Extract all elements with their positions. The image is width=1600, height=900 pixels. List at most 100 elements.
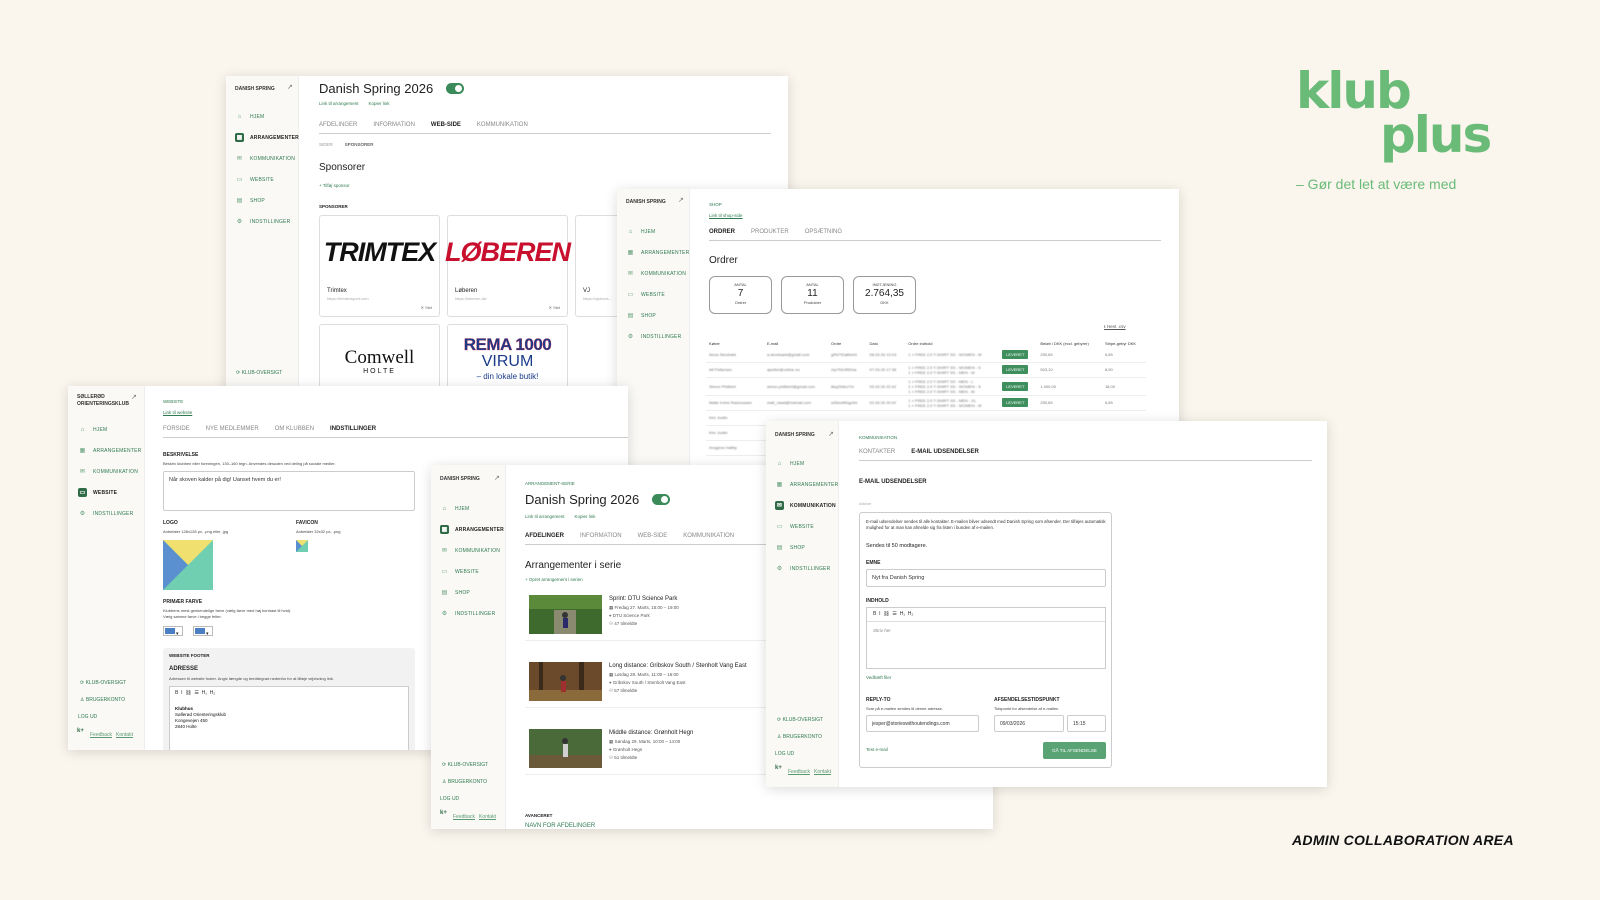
- nav-communication[interactable]: ✉ KOMMUNIKATION: [235, 148, 299, 169]
- event-link[interactable]: Link til arrangement: [525, 514, 565, 519]
- table-row[interactable]: Simon Philibert simon.philibert@gmail.com…: [706, 377, 1146, 396]
- nav-home[interactable]: ⌂ HJEM: [78, 419, 141, 440]
- nav-communication[interactable]: ✉ KOMMUNIKATION: [78, 461, 141, 482]
- color-picker-1[interactable]: ▾: [163, 626, 183, 637]
- attach-files-link[interactable]: Vedhæft filer: [866, 675, 891, 680]
- nav-home[interactable]: ⌂ HJEM: [775, 453, 838, 474]
- nav-user-account[interactable]: ♙ BRUGERKONTO: [777, 734, 822, 740]
- event-card[interactable]: Middle distance: Grønholt Hegn ▦ Søndag …: [525, 725, 775, 775]
- address-editor[interactable]: B I ⛓ ☰ H₁ H₂ Klubhus Søllerød Orienteri…: [169, 686, 409, 750]
- color-picker-2[interactable]: ▾: [193, 626, 213, 637]
- website-link[interactable]: Link til website: [163, 410, 192, 415]
- feedback-link[interactable]: Feedback: [788, 769, 810, 775]
- editor-toolbar[interactable]: B I ⛓ ☰ H₁ H₂: [175, 690, 215, 696]
- table-row[interactable]: Malte Irvine Rasmussen malt_rasal@hotmail…: [706, 395, 1146, 411]
- subtab-sponsorer[interactable]: SPONSORER: [345, 142, 374, 147]
- logout-link[interactable]: LOG UD: [78, 714, 97, 720]
- club-logo-image[interactable]: [163, 540, 213, 590]
- archive-label[interactable]: Arkiver: [859, 501, 871, 506]
- nav-settings[interactable]: ⚙ INDSTILLINGER: [235, 211, 299, 232]
- feedback-link[interactable]: Feedback: [90, 732, 112, 738]
- published-toggle[interactable]: [446, 83, 464, 94]
- logout-link[interactable]: LOG UD: [440, 796, 459, 802]
- test-email-link[interactable]: Test e-mail: [866, 747, 888, 752]
- external-link-icon[interactable]: ↗: [287, 83, 293, 91]
- reply-to-input[interactable]: jesper@storieswithoutendings.com: [866, 715, 979, 732]
- tab-afdelinger[interactable]: AFDELINGER: [319, 122, 357, 128]
- nav-shop[interactable]: ▤ SHOP: [235, 190, 299, 211]
- tab-kommunikation[interactable]: KOMMUNIKATION: [683, 533, 734, 539]
- nav-shop[interactable]: ▤ SHOP: [626, 305, 689, 326]
- event-link[interactable]: Link til arrangement: [319, 101, 359, 106]
- tab-forside[interactable]: FORSIDE: [163, 426, 190, 432]
- delete-button[interactable]: ✕ Slet: [549, 305, 560, 310]
- nav-user-account[interactable]: ♙ BRUGERKONTO: [80, 697, 125, 703]
- contact-link[interactable]: Kontakt: [479, 814, 496, 820]
- nav-home[interactable]: ⌂ HJEM: [626, 221, 689, 242]
- copy-link[interactable]: Kopier link: [575, 514, 596, 519]
- nav-website[interactable]: ▭ WEBSITE: [235, 169, 299, 190]
- logout-link[interactable]: LOG UD: [775, 751, 794, 757]
- nav-home[interactable]: ⌂ HJEM: [235, 106, 299, 127]
- table-row[interactable]: Alf Pettersen apetter@online.no mp7f2c9f52…: [706, 362, 1146, 378]
- nav-settings[interactable]: ⚙ INDSTILLINGER: [775, 558, 838, 579]
- favicon-image[interactable]: [296, 540, 308, 552]
- external-link-icon[interactable]: ↗: [828, 430, 834, 438]
- nav-settings[interactable]: ⚙ INDSTILLINGER: [626, 326, 689, 347]
- nav-home[interactable]: ⌂ HJEM: [440, 498, 504, 519]
- nav-club-overview[interactable]: ⟳ KLUB-OVERSIGT: [777, 717, 823, 723]
- go-to-send-button[interactable]: GÅ TIL AFSENDELSE: [1043, 742, 1106, 759]
- contact-link[interactable]: Kontakt: [116, 732, 133, 738]
- tab-information[interactable]: INFORMATION: [580, 533, 622, 539]
- nav-communication[interactable]: ✉ KOMMUNIKATION: [775, 495, 838, 516]
- nav-website[interactable]: ▭ WEBSITE: [440, 561, 504, 582]
- nav-club-overview[interactable]: ⟳ KLUB-OVERSIGT: [236, 370, 282, 376]
- nav-communication[interactable]: ✉ KOMMUNIKATION: [440, 540, 504, 561]
- breadcrumb[interactable]: WEBSITE: [163, 399, 183, 404]
- external-link-icon[interactable]: ↗: [131, 393, 137, 401]
- feedback-link[interactable]: Feedback: [453, 814, 475, 820]
- nav-settings[interactable]: ⚙ INDSTILLINGER: [78, 503, 141, 524]
- nav-shop[interactable]: ▤ SHOP: [440, 582, 504, 603]
- tab-ordrer[interactable]: ORDRER: [709, 229, 735, 235]
- copy-link[interactable]: Kopier link: [369, 101, 390, 106]
- tab-information[interactable]: INFORMATION: [373, 122, 415, 128]
- nav-club-overview[interactable]: ⟳ KLUB-OVERSIGT: [80, 680, 126, 686]
- breadcrumb[interactable]: SHOP: [709, 202, 722, 207]
- shop-page-link[interactable]: Link til shop-side: [709, 213, 743, 218]
- breadcrumb[interactable]: KOMMUNIKATION: [859, 435, 897, 440]
- send-time-input[interactable]: 15:15: [1067, 715, 1106, 732]
- tab-kommunikation[interactable]: KOMMUNIKATION: [477, 122, 528, 128]
- tab-web-side[interactable]: WEB-SIDE: [638, 533, 668, 539]
- tab-kontakter[interactable]: KONTAKTER: [859, 449, 895, 455]
- status-badge[interactable]: LEVERET: [1002, 365, 1029, 374]
- send-date-input[interactable]: 09/03/2026: [994, 715, 1064, 732]
- table-row[interactable]: Anna Skovbæk a.skovbaek@gmail.com gR67f2a8…: [706, 347, 1146, 363]
- nav-events[interactable]: ▦ ARRANGEMENTER: [78, 440, 142, 461]
- tab-afdelinger[interactable]: AFDELINGER: [525, 533, 564, 539]
- status-badge[interactable]: LEVERET: [1002, 381, 1029, 391]
- tab-nye-medlemmer[interactable]: NYE MEDLEMMER: [206, 426, 259, 432]
- subject-input[interactable]: Nyt fra Danish Spring: [866, 569, 1106, 587]
- event-card[interactable]: Long distance: Gribskov South / Stenholt…: [525, 658, 775, 708]
- nav-events[interactable]: ▦ ARRANGEMENTER: [775, 474, 839, 495]
- tab-web-side[interactable]: WEB-SIDE: [431, 122, 461, 128]
- sponsor-card[interactable]: LØBEREN Løberen https://loberen.dk/ ✕ Sl…: [445, 215, 571, 317]
- export-csv-link[interactable]: ⭳ Hent .csv: [1104, 323, 1126, 331]
- tab-email-udsendelser[interactable]: E-MAIL UDSENDELSER: [911, 449, 979, 455]
- sponsor-card[interactable]: TRIMTEX Trimtex https://trimtexsport.com…: [319, 215, 440, 317]
- content-editor[interactable]: B I ⛓ ☰ H₁ H₂ Skriv her: [866, 607, 1106, 669]
- create-event-link[interactable]: + Opret arrangement i serien: [525, 577, 583, 582]
- nav-website[interactable]: ▭ WEBSITE: [775, 516, 838, 537]
- status-badge[interactable]: LEVERET: [1002, 398, 1029, 407]
- tab-opsaetning[interactable]: OPSÆTNING: [805, 229, 842, 235]
- nav-website[interactable]: ▭ WEBSITE: [78, 482, 141, 503]
- external-link-icon[interactable]: ↗: [678, 196, 684, 204]
- subtab-sider[interactable]: SIDER: [319, 142, 333, 147]
- add-sponsor-link[interactable]: + Tilføj sponsor: [319, 183, 350, 188]
- nav-settings[interactable]: ⚙ INDSTILLINGER: [440, 603, 504, 624]
- tab-produkter[interactable]: PRODUKTER: [751, 229, 789, 235]
- nav-events[interactable]: ▦ ARRANGEMENTER: [440, 519, 504, 540]
- nav-events[interactable]: ▦ ARRANGEMENTER: [626, 242, 690, 263]
- external-link-icon[interactable]: ↗: [494, 474, 500, 482]
